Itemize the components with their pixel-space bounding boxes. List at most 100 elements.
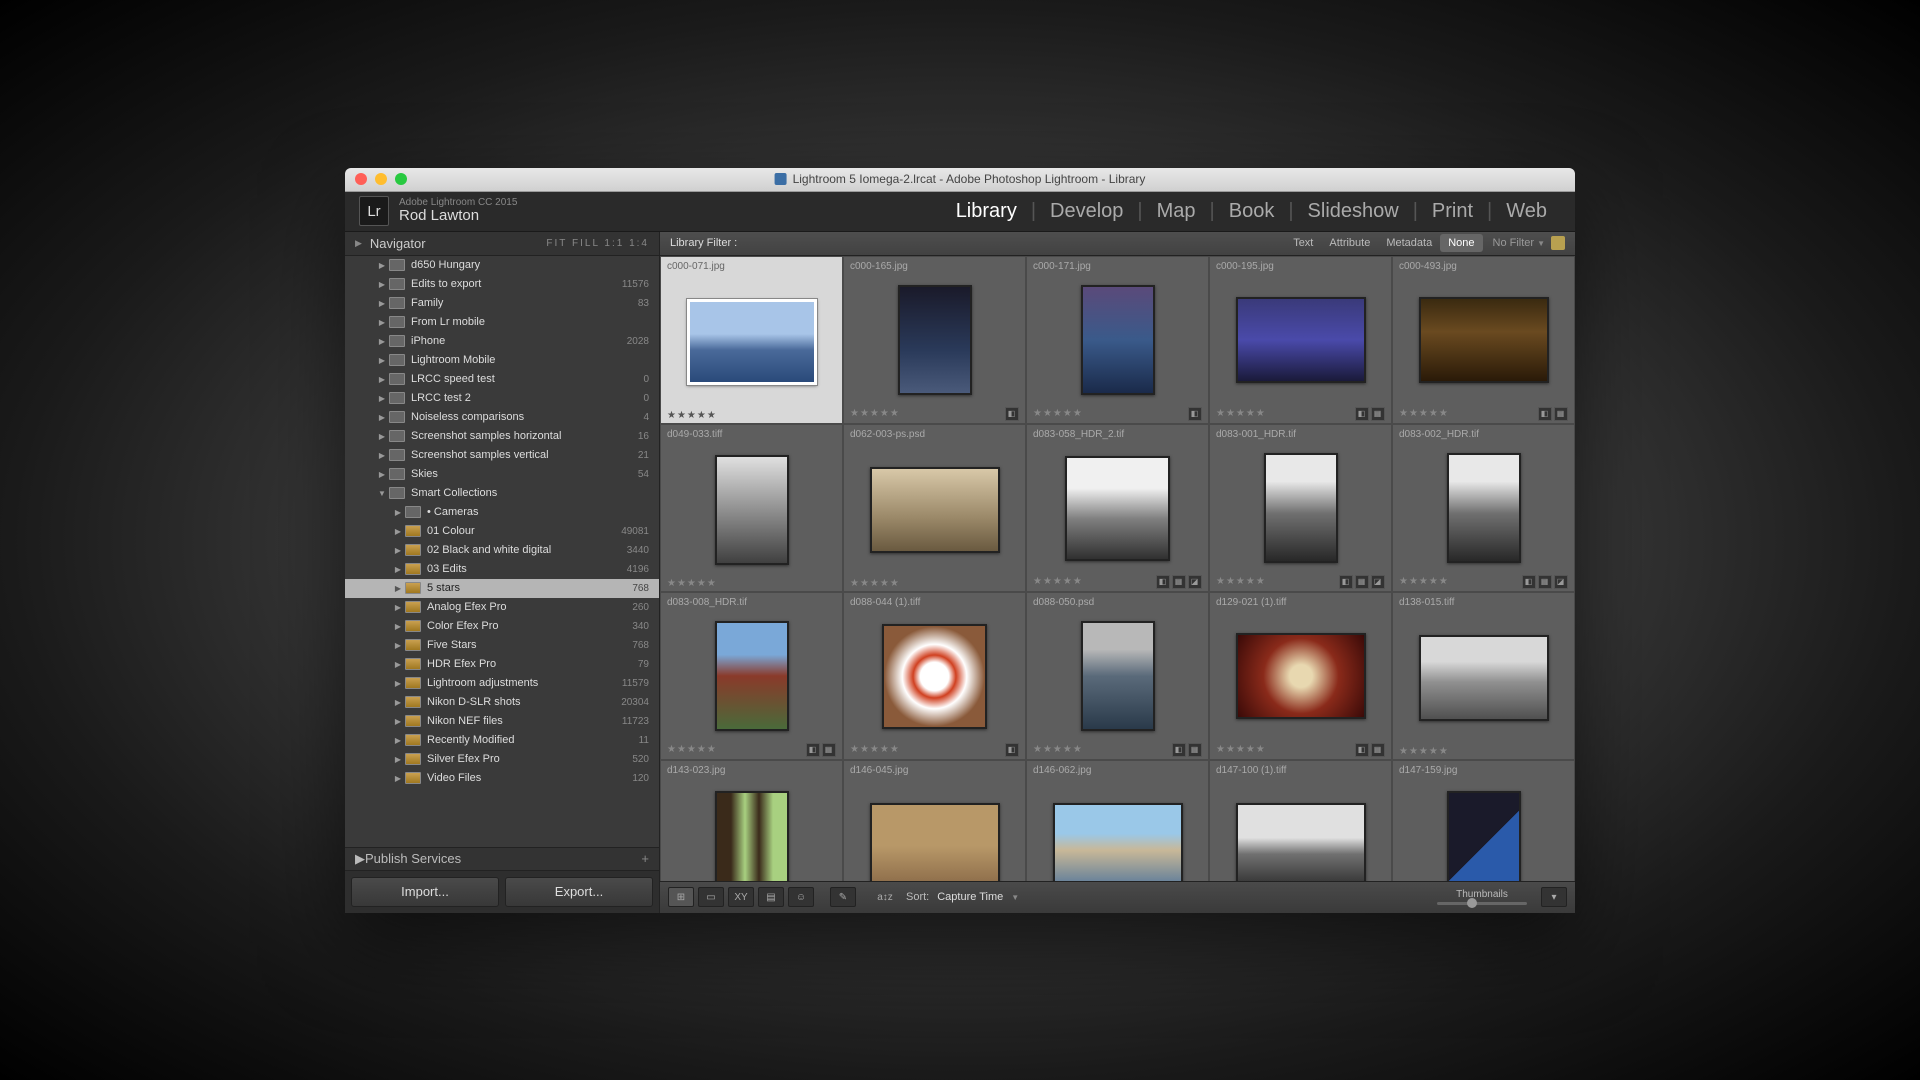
thumbnail-cell[interactable]: d083-001_HDR.tif★★★★★◧▦◪ [1209,424,1392,592]
view-mode-grid-button[interactable]: ⊞ [668,887,694,907]
collection-row[interactable]: ▶Nikon NEF files11723 [345,712,659,731]
badge-icon[interactable]: ◧ [1355,743,1369,757]
add-publish-service-button[interactable]: + [641,851,649,866]
chevron-down-icon[interactable]: ▼ [1537,239,1545,248]
badge-icon[interactable]: ◧ [1172,743,1186,757]
disclosure-triangle-icon[interactable]: ▶ [391,774,405,783]
filter-none[interactable]: None [1440,234,1482,252]
filter-attribute[interactable]: Attribute [1321,234,1378,252]
disclosure-triangle-icon[interactable]: ▶ [375,470,389,479]
collection-row[interactable]: ▶02 Black and white digital3440 [345,541,659,560]
thumbnail-rating[interactable]: ★★★★★◧▦◪ [1399,575,1568,589]
collection-row[interactable]: ▶Color Efex Pro340 [345,617,659,636]
thumbnail-cell[interactable]: d083-002_HDR.tif★★★★★◧▦◪ [1392,424,1575,592]
chevron-down-icon[interactable]: ▼ [1011,893,1019,902]
disclosure-triangle-icon[interactable]: ▶ [391,584,405,593]
collection-row[interactable]: ▶Screenshot samples horizontal16 [345,427,659,446]
thumbnail-image[interactable] [1447,791,1521,881]
thumbnail-image[interactable] [870,803,1000,881]
publish-services-header[interactable]: ▶ Publish Services + [345,847,659,871]
badge-icon[interactable]: ▦ [1371,743,1385,757]
thumbnail-cell[interactable]: d049-033.tiff★★★★★ [660,424,843,592]
module-library[interactable]: Library [942,200,1031,223]
thumbnail-image[interactable] [870,467,1000,553]
thumbnail-cell[interactable]: c000-195.jpg★★★★★◧▦ [1209,256,1392,424]
thumbnail-rating[interactable]: ★★★★★◧▦ [1399,407,1568,421]
collection-row[interactable]: ▶LRCC speed test0 [345,370,659,389]
badge-icon[interactable]: ▦ [1355,575,1369,589]
collection-row[interactable]: ▶Nikon D-SLR shots20304 [345,693,659,712]
sort-menu[interactable]: Capture Time [937,891,1003,903]
collection-row[interactable]: ▶HDR Efex Pro79 [345,655,659,674]
thumbnail-image[interactable] [1447,453,1521,563]
collection-row[interactable]: ▶LRCC test 20 [345,389,659,408]
thumbnail-cell[interactable]: d088-050.psd★★★★★◧▦ [1026,592,1209,760]
thumbnail-rating[interactable]: ★★★★★◧▦ [1033,743,1202,757]
collection-row[interactable]: ▶Lightroom Mobile [345,351,659,370]
thumbnail-cell[interactable]: d129-021 (1).tiff★★★★★◧▦ [1209,592,1392,760]
thumbnail-rating[interactable]: ★★★★★◧ [850,407,1019,421]
thumbnail-cell[interactable]: d147-100 (1).tiff★★★★★ [1209,760,1392,881]
module-map[interactable]: Map [1143,200,1210,223]
thumbnail-rating[interactable]: ★★★★★◧▦ [1216,407,1385,421]
minimize-window-button[interactable] [375,173,387,185]
collection-row[interactable]: ▶Family83 [345,294,659,313]
thumbnail-cell[interactable]: d146-062.jpg★★★★★ [1026,760,1209,881]
thumbnail-image[interactable] [715,621,789,731]
thumbnail-grid[interactable]: c000-071.jpg★★★★★c000-165.jpg★★★★★◧ c000-… [660,256,1575,881]
disclosure-triangle-icon[interactable]: ▶ [375,356,389,365]
thumbnail-rating[interactable]: ★★★★★◧▦ [1216,743,1385,757]
collection-row[interactable]: ▶Five Stars768 [345,636,659,655]
thumbnail-image[interactable] [715,791,789,881]
thumbnail-image[interactable] [1264,453,1338,563]
badge-icon[interactable]: ◧ [806,743,820,757]
badge-icon[interactable]: ▦ [1371,407,1385,421]
collection-row[interactable]: ▶03 Edits4196 [345,560,659,579]
module-print[interactable]: Print [1418,200,1487,223]
badge-icon[interactable]: ◧ [1522,575,1536,589]
disclosure-triangle-icon[interactable]: ▶ [391,641,405,650]
collection-row[interactable]: ▼Smart Collections [345,484,659,503]
thumbnail-cell[interactable]: d138-015.tiff★★★★★ [1392,592,1575,760]
badge-icon[interactable]: ◪ [1188,575,1202,589]
thumbnail-image[interactable] [1236,633,1366,719]
disclosure-triangle-icon[interactable]: ▶ [375,432,389,441]
thumbnail-cell[interactable]: c000-071.jpg★★★★★ [660,256,843,424]
thumbnail-rating[interactable]: ★★★★★◧ [850,743,1019,757]
badge-icon[interactable]: ◧ [1188,407,1202,421]
export-button[interactable]: Export... [505,877,653,907]
badge-icon[interactable]: ◧ [1156,575,1170,589]
thumbnail-rating[interactable]: ★★★★★ [667,410,836,421]
collection-row[interactable]: ▶d650 Hungary [345,256,659,275]
thumbnail-size-slider[interactable] [1437,902,1527,905]
disclosure-triangle-icon[interactable]: ▶ [375,261,389,270]
disclosure-triangle-icon[interactable]: ▶ [375,280,389,289]
collection-row[interactable]: ▶01 Colour49081 [345,522,659,541]
disclosure-triangle-icon[interactable]: ▶ [391,660,405,669]
thumbnail-image[interactable] [687,299,817,385]
collection-row[interactable]: ▶Skies54 [345,465,659,484]
thumbnail-cell[interactable]: d083-008_HDR.tif★★★★★◧▦ [660,592,843,760]
disclosure-triangle-icon[interactable]: ▶ [391,679,405,688]
disclosure-triangle-icon[interactable]: ▶ [391,527,405,536]
thumbnail-cell[interactable]: c000-165.jpg★★★★★◧ [843,256,1026,424]
thumbnail-image[interactable] [898,285,972,395]
import-button[interactable]: Import... [351,877,499,907]
collection-row[interactable]: ▶Video Files120 [345,769,659,788]
disclosure-triangle-icon[interactable]: ▶ [391,546,405,555]
disclosure-triangle-icon[interactable]: ▶ [375,451,389,460]
badge-icon[interactable]: ◪ [1554,575,1568,589]
thumbnail-cell[interactable]: d062-003-ps.psd★★★★★ [843,424,1026,592]
close-window-button[interactable] [355,173,367,185]
module-develop[interactable]: Develop [1036,200,1137,223]
collection-tree[interactable]: ▶d650 Hungary▶Edits to export11576▶Famil… [345,256,659,847]
badge-icon[interactable]: ▦ [1554,407,1568,421]
badge-icon[interactable]: ◧ [1355,407,1369,421]
view-mode-survey-button[interactable]: ▤ [758,887,784,907]
view-mode-people-button[interactable]: ☺ [788,887,814,907]
badge-icon[interactable]: ◪ [1371,575,1385,589]
collection-row[interactable]: ▶Analog Efex Pro260 [345,598,659,617]
thumbnail-cell[interactable]: d083-058_HDR_2.tif★★★★★◧▦◪ [1026,424,1209,592]
thumbnail-cell[interactable]: d147-159.jpg★★★★★ [1392,760,1575,881]
disclosure-triangle-icon[interactable]: ▶ [375,299,389,308]
